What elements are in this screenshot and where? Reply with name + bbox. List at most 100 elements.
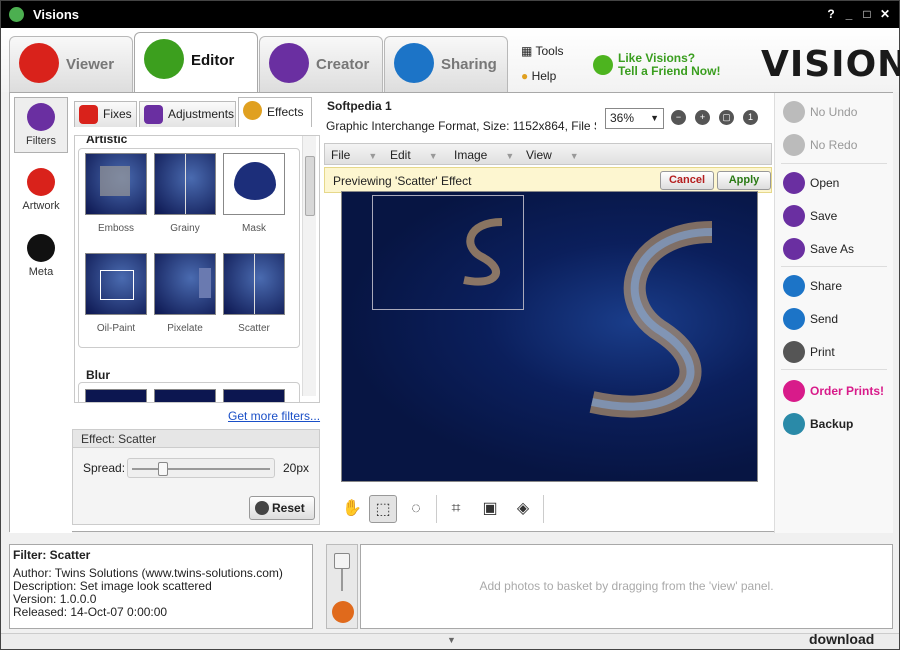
tools-menu[interactable]: ▦ Tools (521, 44, 563, 58)
filter-scrollbar[interactable] (302, 136, 316, 396)
blur-thumbnails (78, 382, 300, 402)
spread-slider[interactable] (127, 458, 275, 478)
filter-scatter[interactable]: Scatter (223, 253, 285, 334)
image-name: Softpedia 1 (327, 99, 392, 113)
blur-thumb-2[interactable] (154, 389, 216, 402)
menu-image-label: Image (454, 148, 488, 162)
ellipse-select-icon[interactable]: ◌ (402, 495, 430, 523)
tab-sharing[interactable]: Sharing (384, 36, 508, 94)
tab-fixes[interactable]: Fixes (74, 101, 137, 127)
status-bar: ▼ (1, 633, 899, 649)
help-window-icon[interactable]: ? (823, 7, 839, 22)
basket-icon[interactable] (332, 601, 354, 623)
filter-scrollbar-thumb[interactable] (305, 156, 315, 216)
chevron-down-icon: ▼ (650, 113, 659, 123)
app-icon (9, 7, 24, 22)
save-as-button[interactable]: Save As (781, 236, 891, 262)
rotate-icon[interactable]: ◈ (509, 495, 537, 523)
editor-icon (144, 39, 184, 79)
tab-editor-label: Editor (191, 52, 235, 69)
fit-to-window-icon[interactable]: ▢ (719, 110, 734, 125)
mask-thumbnail (223, 153, 285, 215)
fixes-icon (79, 105, 98, 124)
filter-grainy[interactable]: Grainy (154, 153, 216, 234)
share-label: Share (810, 279, 843, 293)
print-button[interactable]: Print (781, 339, 891, 365)
filter-emboss[interactable]: Emboss (85, 153, 147, 234)
download-watermark: download (809, 631, 875, 647)
tab-viewer-label: Viewer (66, 56, 115, 73)
cancel-button[interactable]: Cancel (660, 171, 714, 190)
reset-button[interactable]: Reset (249, 496, 315, 520)
undo-button[interactable]: No Undo (781, 99, 891, 125)
image-toolbar: ✋ ⬚ ◌ ⌗ ▣ ◈ (324, 491, 772, 527)
artistic-thumbnails: Emboss Grainy Mask Oil-Paint Pixelate Sc… (78, 148, 300, 348)
filter-pixelate[interactable]: Pixelate (154, 253, 216, 334)
preview-bar: Previewing 'Scatter' Effect Cancel Apply (324, 167, 772, 193)
left-nav: Filters Artwork Meta (10, 93, 72, 533)
save-button[interactable]: Save (781, 203, 891, 229)
image-info: Graphic Interchange Format, Size: 1152x8… (326, 119, 596, 133)
menu-edit[interactable]: Edit ▼ (390, 148, 438, 162)
photo-basket[interactable]: Add photos to basket by dragging from th… (360, 544, 893, 629)
tab-creator[interactable]: Creator (259, 36, 383, 94)
filter-subtabs: Fixes Adjustments Effects (74, 93, 312, 131)
thumbs-up-icon (593, 55, 613, 75)
redo-icon (783, 134, 805, 156)
window-title: Visions (33, 7, 80, 22)
rectangle-select-icon[interactable]: ⬚ (369, 495, 397, 523)
effects-icon (243, 101, 262, 120)
redo-label: No Redo (810, 138, 858, 152)
share-icon (783, 275, 805, 297)
menu-image[interactable]: Image ▼ (454, 148, 514, 162)
group-blur-title: Blur (86, 368, 110, 382)
tab-viewer[interactable]: Viewer (9, 36, 133, 94)
save-as-icon (783, 238, 805, 260)
crop-icon[interactable]: ⌗ (442, 495, 470, 523)
maximize-icon[interactable]: □ (859, 7, 875, 22)
minimize-icon[interactable]: _ (841, 7, 857, 22)
tab-effects-label: Effects (267, 105, 304, 119)
nav-filters[interactable]: Filters (14, 97, 68, 153)
filter-emboss-label: Emboss (97, 223, 135, 234)
oil-paint-thumbnail (85, 253, 147, 315)
backup-icon (783, 413, 805, 435)
filter-mask[interactable]: Mask (223, 153, 285, 234)
share-button[interactable]: Share (781, 273, 891, 299)
blur-thumb-1[interactable] (85, 389, 147, 402)
filter-oil-paint-label: Oil-Paint (96, 323, 136, 334)
title-bar: Visions ? _ □ ✕ (1, 1, 899, 28)
apply-button[interactable]: Apply (717, 171, 771, 190)
help-menu[interactable]: ● Help (521, 69, 556, 83)
zoom-out-icon[interactable]: − (671, 110, 686, 125)
chevron-down-icon: ▼ (428, 151, 438, 161)
zoom-select[interactable]: 36% ▼ (605, 108, 664, 129)
image-canvas[interactable] (341, 191, 758, 482)
backup-button[interactable]: Backup (781, 411, 891, 437)
spread-slider-knob[interactable] (158, 462, 168, 476)
tab-fixes-label: Fixes (103, 107, 132, 121)
selection-rectangle[interactable] (372, 195, 524, 310)
blur-thumb-3[interactable] (223, 389, 285, 402)
close-icon[interactable]: ✕ (877, 7, 893, 22)
basket-size-slider[interactable] (334, 553, 350, 569)
open-button[interactable]: Open (781, 170, 891, 196)
resize-icon[interactable]: ▣ (476, 495, 504, 523)
tab-effects[interactable]: Effects (238, 97, 312, 127)
filter-oil-paint[interactable]: Oil-Paint (85, 253, 147, 334)
menu-view[interactable]: View ▼ (526, 148, 579, 162)
get-more-filters-link[interactable]: Get more filters... (228, 409, 320, 423)
nav-meta[interactable]: Meta (14, 229, 68, 285)
order-prints-button[interactable]: Order Prints! (781, 378, 891, 404)
redo-button[interactable]: No Redo (781, 132, 891, 158)
actual-size-icon[interactable]: 1 (743, 110, 758, 125)
menu-file[interactable]: File ▼ (331, 148, 377, 162)
hand-tool-icon[interactable]: ✋ (338, 495, 366, 523)
chevron-down-icon[interactable]: ▼ (447, 635, 456, 645)
send-button[interactable]: Send (781, 306, 891, 332)
tab-editor[interactable]: Editor (134, 32, 258, 92)
nav-artwork[interactable]: Artwork (14, 163, 68, 219)
tab-adjustments[interactable]: Adjustments (139, 101, 236, 127)
actions-panel: No Undo No Redo Open Save Save As Share … (774, 93, 893, 533)
zoom-in-icon[interactable]: + (695, 110, 710, 125)
